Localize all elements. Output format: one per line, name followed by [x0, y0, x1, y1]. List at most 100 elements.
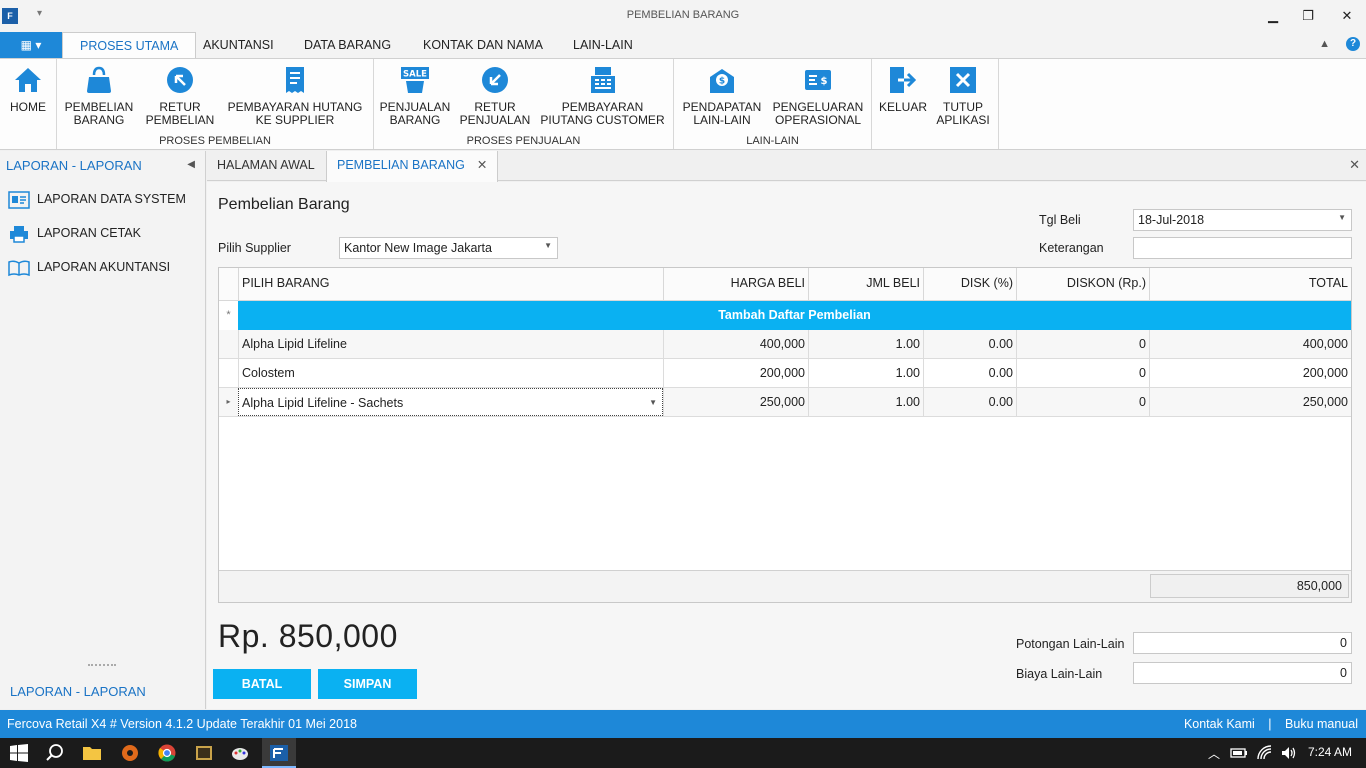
pendapatan-lain-button[interactable]: $ PENDAPATAN LAIN-LAIN [680, 65, 764, 127]
kontak-kami-link[interactable]: Kontak Kami [1184, 717, 1255, 731]
retur-penjualan-button[interactable]: RETUR PENJUALAN [458, 65, 532, 127]
group-label: LAIN-LAIN [746, 135, 799, 147]
col-header-diskon-rp[interactable]: DISKON (Rp.) [1016, 268, 1149, 301]
clock[interactable]: 7:24 AM [1308, 745, 1352, 759]
pengeluaran-operasional-button[interactable]: $ PENGELUARAN OPERASIONAL [771, 65, 865, 127]
table-row-current[interactable]: ▸ Alpha Lipid Lifeline - Sachets ▼ 250,0… [219, 388, 1351, 417]
grand-total: Rp. 850,000 [218, 618, 398, 654]
home-button[interactable]: HOME [6, 65, 50, 114]
maximize-button[interactable]: ❐ [1293, 6, 1323, 26]
tab-proses-utama[interactable]: PROSES UTAMA [62, 32, 197, 59]
close-document-icon[interactable]: ✕ [1349, 157, 1360, 173]
windows-start-icon[interactable] [9, 743, 29, 763]
chrome-icon[interactable] [157, 743, 177, 763]
notepad-icon[interactable] [194, 743, 214, 763]
keluar-button[interactable]: KELUAR [877, 65, 929, 114]
retur-pembelian-label-2: PEMBELIAN [145, 113, 215, 127]
tab-halaman-awal[interactable]: HALAMAN AWAL [207, 151, 325, 181]
cell-jml-beli[interactable]: 1.00 [808, 388, 923, 417]
sidebar-item-label: LAPORAN DATA SYSTEM [37, 192, 186, 206]
help-icon[interactable]: ? [1346, 37, 1360, 51]
home-icon [15, 68, 41, 92]
tambah-daftar-pembelian-row[interactable]: Tambah Daftar Pembelian [238, 301, 1351, 330]
sidebar-item-laporan-cetak[interactable]: LAPORAN CETAK [8, 223, 198, 245]
cell-harga-beli[interactable]: 250,000 [663, 388, 808, 417]
barang-select-editor[interactable]: Alpha Lipid Lifeline - Sachets ▼ [238, 388, 663, 416]
table-row[interactable]: Colostem 200,000 1.00 0.00 0 200,000 [219, 359, 1351, 388]
battery-icon[interactable] [1230, 744, 1248, 762]
supplier-value: Kantor New Image Jakarta [344, 241, 492, 255]
minimize-button[interactable]: ▁ [1258, 6, 1288, 26]
chevron-down-icon: ▼ [1338, 213, 1346, 222]
col-header-jml-beli[interactable]: JML BELI [808, 268, 923, 301]
cell-diskon-rp[interactable]: 0 [1016, 359, 1149, 388]
col-header-pilih-barang[interactable]: PILIH BARANG [238, 268, 663, 301]
chevron-down-icon[interactable]: ▼ [649, 389, 657, 415]
col-header-total[interactable]: TOTAL [1149, 268, 1351, 301]
batal-button[interactable]: BATAL [213, 669, 311, 699]
search-icon[interactable] [45, 743, 65, 763]
tray-overflow-icon[interactable]: ︿ [1208, 745, 1220, 762]
col-header-disk-persen[interactable]: DISK (%) [923, 268, 1016, 301]
group-label: PROSES PEMBELIAN [159, 135, 271, 147]
cell-harga-beli[interactable]: 200,000 [663, 359, 808, 388]
biaya-input[interactable]: 0 [1133, 662, 1352, 684]
tab-close-icon[interactable]: ✕ [477, 158, 487, 172]
retur-pembelian-button[interactable]: RETUR PEMBELIAN [144, 65, 216, 127]
cell-disk-persen[interactable]: 0.00 [923, 330, 1016, 359]
svg-text:$: $ [821, 76, 828, 87]
tab-data-barang[interactable]: DATA BARANG [287, 32, 408, 58]
penjualan-barang-label-2: BARANG [389, 113, 441, 127]
status-separator: | [1268, 717, 1272, 731]
status-bar: Fercova Retail X4 # Version 4.1.2 Update… [0, 710, 1366, 738]
supplier-select[interactable]: Kantor New Image Jakarta ▼ [339, 237, 558, 259]
status-links: Kontak Kami | Buku manual [1174, 717, 1358, 731]
cell-barang[interactable]: Colostem [238, 359, 663, 388]
file-explorer-icon[interactable] [82, 743, 102, 763]
tab-pembelian-barang[interactable]: PEMBELIAN BARANG ✕ [326, 151, 499, 182]
sidebar-item-laporan-akuntansi[interactable]: LAPORAN AKUNTANSI [8, 257, 198, 279]
cell-diskon-rp[interactable]: 0 [1016, 330, 1149, 359]
tab-akuntansi[interactable]: AKUNTANSI [186, 32, 291, 58]
sidebar-header[interactable]: LAPORAN - LAPORAN [6, 158, 142, 173]
cell-disk-persen[interactable]: 0.00 [923, 388, 1016, 417]
buku-manual-link[interactable]: Buku manual [1285, 717, 1358, 731]
sidebar-item-laporan-data-system[interactable]: LAPORAN DATA SYSTEM [8, 189, 198, 211]
ribbon-panel: PROSES PEMBELIAN PROSES PENJUALAN LAIN-L… [0, 58, 1366, 150]
col-header-harga-beli[interactable]: HARGA BELI [663, 268, 808, 301]
sidebar-collapse-icon[interactable]: ◀ [187, 159, 195, 170]
collapse-ribbon-icon[interactable]: ▲ [1319, 38, 1330, 50]
new-row-marker: * [226, 309, 231, 321]
cell-barang[interactable]: Alpha Lipid Lifeline [238, 330, 663, 359]
table-row[interactable]: Alpha Lipid Lifeline 400,000 1.00 0.00 0… [219, 330, 1351, 359]
cell-disk-persen[interactable]: 0.00 [923, 359, 1016, 388]
pembayaran-piutang-button[interactable]: PEMBAYARAN PIUTANG CUSTOMER [540, 65, 665, 127]
pembelian-barang-button[interactable]: PEMBELIAN BARANG [62, 65, 136, 127]
tab-kontak-dan-nama[interactable]: KONTAK DAN NAMA [406, 32, 560, 58]
cell-jml-beli[interactable]: 1.00 [808, 359, 923, 388]
penjualan-barang-button[interactable]: SALE PENJUALAN BARANG [379, 65, 451, 127]
cell-jml-beli[interactable]: 1.00 [808, 330, 923, 359]
tab-lain-lain[interactable]: LAIN-LAIN [556, 32, 650, 58]
arrow-down-left-circle-icon [482, 67, 508, 93]
keterangan-input[interactable] [1133, 237, 1352, 259]
media-player-icon[interactable] [120, 743, 140, 763]
sale-tag-icon: SALE [401, 67, 429, 93]
fercova-app-icon[interactable] [269, 743, 289, 763]
sidebar-splitter-grip[interactable] [88, 664, 116, 666]
paint-icon[interactable] [230, 743, 250, 763]
home-button-label: HOME [10, 100, 46, 114]
close-button[interactable]: ✕ [1332, 6, 1362, 26]
wifi-icon[interactable] [1256, 744, 1274, 762]
tgl-beli-date-picker[interactable]: 18-Jul-2018 ▼ [1133, 209, 1352, 231]
cell-diskon-rp[interactable]: 0 [1016, 388, 1149, 417]
simpan-button[interactable]: SIMPAN [318, 669, 417, 699]
tutup-aplikasi-button[interactable]: TUTUP APLIKASI [934, 65, 992, 127]
sidebar-footer-label[interactable]: LAPORAN - LAPORAN [10, 684, 146, 699]
cash-register-icon [590, 67, 615, 93]
potongan-input[interactable]: 0 [1133, 632, 1352, 654]
pembayaran-hutang-button[interactable]: PEMBAYARAN HUTANG KE SUPPLIER [224, 65, 366, 127]
file-menu-button[interactable]: ▦ ▾ [0, 32, 62, 58]
volume-icon[interactable] [1280, 744, 1298, 762]
cell-harga-beli[interactable]: 400,000 [663, 330, 808, 359]
